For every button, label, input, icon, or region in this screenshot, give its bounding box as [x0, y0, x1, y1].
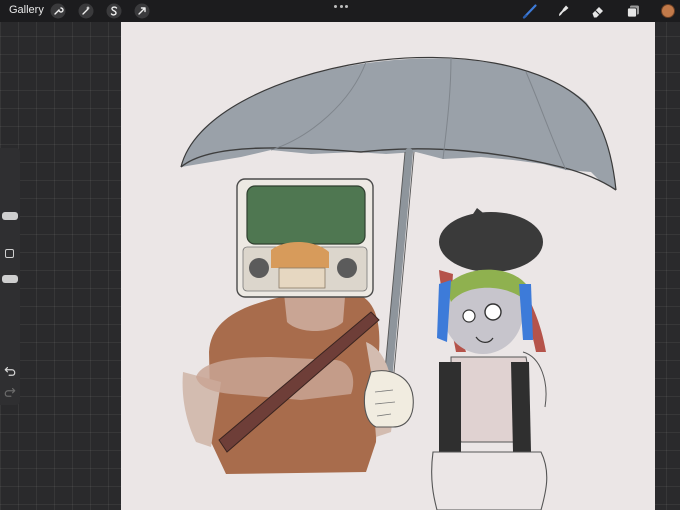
layers-icon[interactable] — [624, 2, 642, 20]
top-toolbar: Gallery — [0, 0, 680, 22]
transform-arrow-icon[interactable] — [133, 2, 151, 20]
radio-figure — [182, 178, 394, 474]
modify-button[interactable] — [5, 249, 14, 258]
more-options-handle[interactable] — [334, 3, 348, 9]
left-sidebar — [0, 148, 20, 405]
wrench-icon[interactable] — [49, 2, 67, 20]
undo-icon[interactable] — [3, 364, 17, 378]
selection-s-icon[interactable] — [105, 2, 123, 20]
brush-size-slider[interactable] — [0, 148, 20, 240]
brush-size-knob[interactable] — [2, 212, 18, 220]
hand — [363, 370, 414, 428]
girl-figure — [431, 208, 548, 510]
artwork — [180, 56, 617, 510]
brush-icon[interactable] — [521, 2, 539, 20]
opacity-knob[interactable] — [2, 275, 18, 283]
gallery-button[interactable]: Gallery — [9, 4, 44, 16]
color-picker-swatch[interactable] — [661, 4, 675, 18]
drawing-canvas[interactable] — [121, 22, 655, 510]
opacity-slider[interactable] — [0, 266, 20, 358]
eraser-icon[interactable] — [589, 2, 607, 20]
smudge-icon[interactable] — [554, 2, 572, 20]
magic-wand-icon[interactable] — [77, 2, 95, 20]
redo-icon[interactable] — [3, 385, 17, 399]
